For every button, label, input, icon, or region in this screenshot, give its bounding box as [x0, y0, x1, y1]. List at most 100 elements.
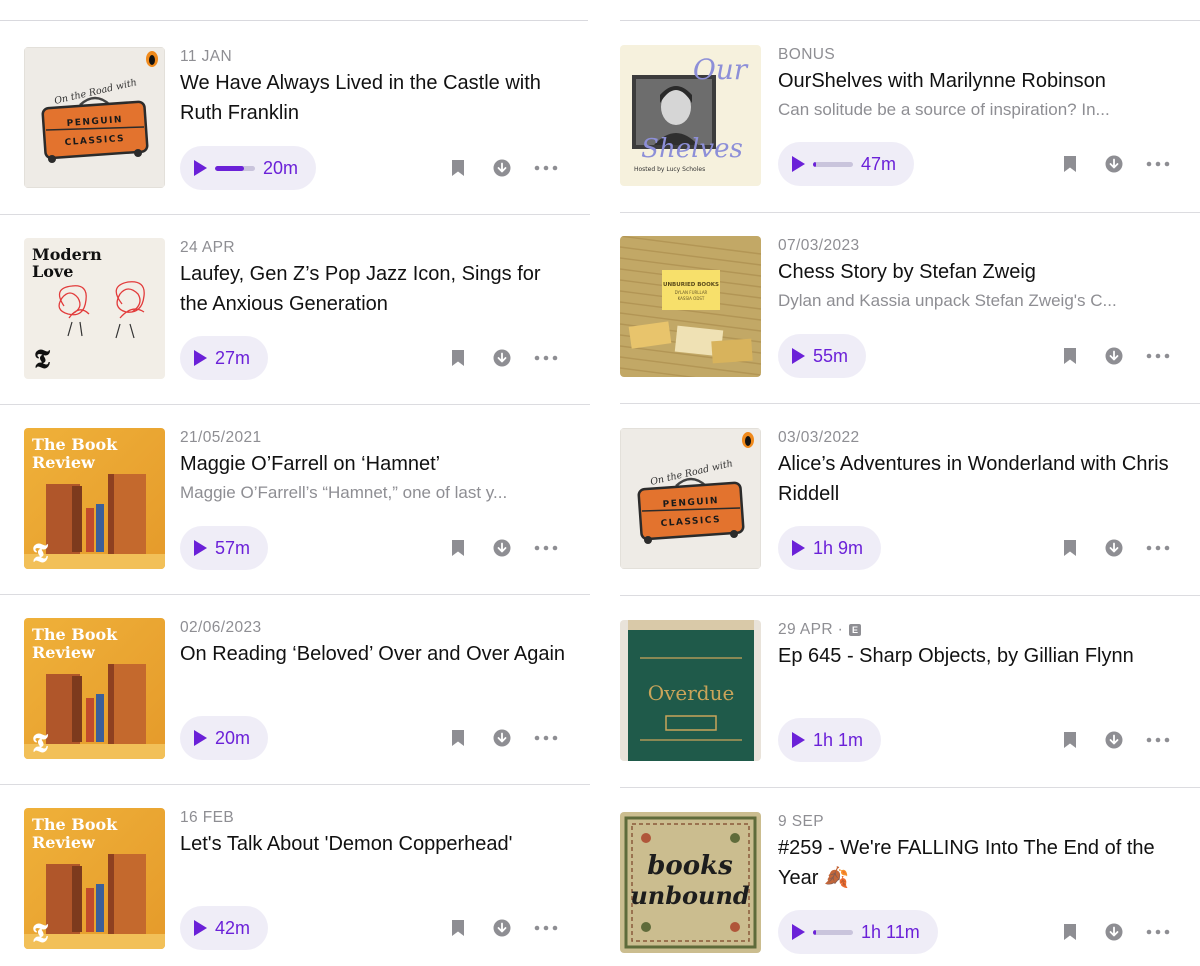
podcast-artwork[interactable]: Our Shelves Hosted by Lucy Scholes — [620, 45, 761, 186]
episode-duration: 20m — [263, 157, 299, 178]
episode-date: 11 JAN — [180, 47, 570, 67]
more-options-icon[interactable] — [524, 336, 568, 380]
play-button[interactable]: 1h 1m — [778, 718, 882, 762]
episode-meta: 29 APR · E Ep 645 - Sharp Objects, by Gill… — [778, 620, 1180, 671]
episode-row[interactable]: The Book Review 𝕿 16 FEB Let's Talk About 'D… — [0, 808, 590, 966]
bookmark-icon[interactable] — [436, 906, 480, 950]
download-icon[interactable] — [480, 716, 524, 760]
explicit-badge: E — [849, 624, 862, 636]
bookmark-icon[interactable] — [436, 146, 480, 190]
download-icon[interactable] — [480, 526, 524, 570]
episode-title[interactable]: Laufey, Gen Z’s Pop Jazz Icon, Sings for… — [180, 259, 570, 319]
play-button[interactable]: 42m — [180, 906, 269, 950]
more-options-icon[interactable] — [1136, 142, 1180, 186]
bookmark-icon[interactable] — [436, 716, 480, 760]
episode-icons — [436, 526, 568, 570]
episode-date-text: 16 FEB — [180, 809, 235, 826]
ourshelves-artwork: Our Shelves Hosted by Lucy Scholes — [620, 45, 761, 186]
play-button[interactable]: 1h 9m — [778, 526, 882, 570]
episode-title[interactable]: #259 - We're FALLING Into The End of the… — [778, 833, 1180, 893]
bookmark-icon[interactable] — [1048, 718, 1092, 762]
progress-fill — [215, 165, 244, 171]
play-button[interactable]: 1h 11m — [778, 910, 938, 954]
penguin-artwork: On the Road withPENGUINCLASSICS — [24, 47, 165, 188]
play-icon — [792, 732, 805, 748]
episode-row[interactable]: On the Road with PENGUIN CLASSICS 03/03/202… — [620, 428, 1200, 620]
podcast-artwork[interactable]: Overdue — [620, 620, 761, 761]
episode-duration: 20m — [215, 727, 251, 748]
episode-meta: 03/03/2022 Alice’s Adventures in Wonderla… — [778, 428, 1180, 509]
play-button[interactable]: 27m — [180, 336, 269, 380]
download-icon[interactable] — [480, 146, 524, 190]
download-icon[interactable] — [1092, 334, 1136, 378]
bookreview-artwork: The BookReview 𝕿 — [24, 618, 165, 759]
play-button[interactable]: 47m — [778, 142, 915, 186]
penguin-artwork: On the Road withPENGUINCLASSICS — [620, 428, 761, 569]
play-button[interactable]: 57m — [180, 526, 269, 570]
more-options-icon[interactable] — [1136, 334, 1180, 378]
download-icon[interactable] — [480, 906, 524, 950]
bookmark-icon[interactable] — [1048, 526, 1092, 570]
episode-row[interactable]: Modern Love 𝕿 24 APR Laufey, Gen Z’s Pop Jaz… — [0, 238, 590, 428]
episode-description: Dylan and Kassia unpack Stefan Zweig's C… — [778, 291, 1117, 310]
episode-title[interactable]: Maggie O’Farrell on ‘Hamnet’ — [180, 449, 570, 479]
download-icon[interactable] — [1092, 142, 1136, 186]
more-options-icon[interactable] — [524, 526, 568, 570]
episode-title[interactable]: Let's Talk About 'Demon Copperhead' — [180, 829, 570, 859]
episode-date: 24 APR — [180, 238, 570, 258]
episode-date-text: 29 APR · — [778, 621, 844, 638]
episode-row[interactable]: On the Road with PENGUIN CLASSICS 11 JAN We … — [0, 47, 590, 238]
download-icon[interactable] — [1092, 526, 1136, 570]
episode-title[interactable]: Chess Story by Stefan Zweig — [778, 257, 1180, 287]
episode-row[interactable]: The Book Review 𝕿 02/06/2023 On Reading ‘Bel… — [0, 618, 590, 808]
episode-title[interactable]: On Reading ‘Beloved’ Over and Over Again — [180, 639, 570, 669]
more-options-icon[interactable] — [1136, 910, 1180, 954]
episode-icons — [1048, 910, 1180, 954]
more-options-icon[interactable] — [524, 906, 568, 950]
episode-title[interactable]: Ep 645 - Sharp Objects, by Gillian Flynn — [778, 641, 1180, 671]
bookmark-icon[interactable] — [436, 336, 480, 380]
download-icon[interactable] — [1092, 718, 1136, 762]
podcast-artwork[interactable]: books unbound — [620, 812, 761, 953]
episode-title[interactable]: Alice’s Adventures in Wonderland with Ch… — [778, 449, 1180, 509]
svg-text:DYLAN FURLLAR: DYLAN FURLLAR — [675, 290, 708, 295]
bookmark-icon[interactable] — [1048, 334, 1092, 378]
more-options-icon[interactable] — [524, 146, 568, 190]
download-icon[interactable] — [1092, 910, 1136, 954]
podcast-artwork[interactable]: On the Road with PENGUIN CLASSICS — [24, 47, 165, 188]
episode-row[interactable]: Our Shelves Hosted by Lucy Scholes BONUS Our… — [620, 45, 1200, 236]
modernlove-artwork: ModernLove𝕿 — [24, 238, 165, 379]
episode-title[interactable]: We Have Always Lived in the Castle with … — [180, 68, 570, 128]
podcast-artwork[interactable]: The Book Review 𝕿 — [24, 808, 165, 949]
episode-date-text: 24 APR — [180, 239, 235, 256]
download-icon[interactable] — [480, 336, 524, 380]
episode-duration: 27m — [215, 347, 251, 368]
bookmark-icon[interactable] — [1048, 910, 1092, 954]
svg-text:Our: Our — [693, 53, 749, 86]
bookmark-icon[interactable] — [1048, 142, 1092, 186]
podcast-artwork[interactable]: Modern Love 𝕿 — [24, 238, 165, 379]
play-icon — [194, 920, 207, 936]
bookmark-icon[interactable] — [436, 526, 480, 570]
episode-row[interactable]: The Book Review 𝕿 21/05/2021 Maggie O’Farrel… — [0, 428, 590, 618]
episode-actions: 1h 9m — [778, 526, 1180, 570]
episode-title[interactable]: OurShelves with Marilynne Robinson — [778, 66, 1180, 96]
progress-fill — [813, 161, 817, 167]
play-button[interactable]: 55m — [778, 334, 867, 378]
play-button[interactable]: 20m — [180, 146, 317, 190]
divider — [620, 787, 1200, 788]
episode-row[interactable]: Overdue 29 APR · E Ep 645 - Sharp Objects, … — [620, 620, 1200, 812]
episode-row[interactable]: books unbound 9 SEP #259 - We're FALLING In… — [620, 812, 1200, 966]
play-button[interactable]: 20m — [180, 716, 269, 760]
podcast-artwork[interactable]: UNBURIED BOOKS DYLAN FURLLAR KASSIA ODST — [620, 236, 761, 377]
podcast-artwork[interactable]: The Book Review 𝕿 — [24, 618, 165, 759]
episode-meta: BONUS OurShelves with Marilynne Robinson C… — [778, 45, 1180, 122]
podcast-artwork[interactable]: The Book Review 𝕿 — [24, 428, 165, 569]
podcast-artwork[interactable]: On the Road with PENGUIN CLASSICS — [620, 428, 761, 569]
more-options-icon[interactable] — [1136, 526, 1180, 570]
more-options-icon[interactable] — [1136, 718, 1180, 762]
episode-row[interactable]: UNBURIED BOOKS DYLAN FURLLAR KASSIA ODST 07… — [620, 236, 1200, 428]
svg-text:The Book: The Book — [32, 435, 118, 454]
episode-date: 07/03/2023 — [778, 236, 1180, 256]
more-options-icon[interactable] — [524, 716, 568, 760]
